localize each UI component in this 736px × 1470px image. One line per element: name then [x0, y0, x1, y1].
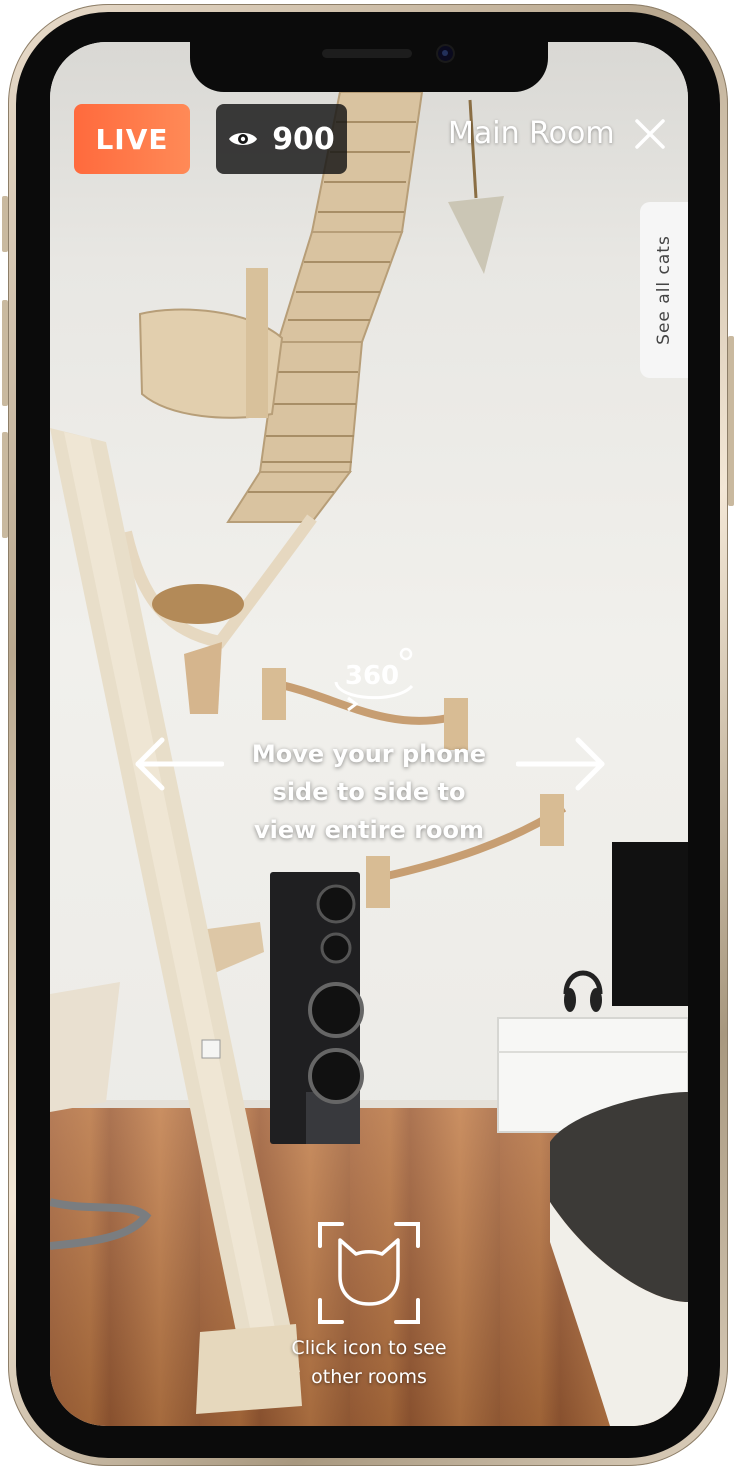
nest-basket	[152, 584, 244, 624]
camera-view[interactable]: LIVE 900 Main Room See all cats 360 Move…	[50, 42, 688, 1426]
phone-notch	[190, 42, 548, 92]
cat-face-icon	[338, 1238, 400, 1306]
room-caption-line2: other rooms	[311, 1366, 427, 1388]
view-instruction: Move your phone side to side to view ent…	[230, 735, 508, 849]
view-instruction-line3: view entire room	[253, 816, 485, 844]
live-label: LIVE	[95, 122, 169, 156]
room-caption-line1: Click icon to see	[291, 1337, 447, 1359]
room-switch-button[interactable]	[314, 1218, 424, 1328]
tree-branch	[120, 514, 317, 649]
360-rotate-icon: 360	[334, 647, 414, 712]
side-button	[2, 196, 8, 252]
view-instruction-line2: side to side to	[272, 778, 466, 806]
room-title: Main Room	[448, 116, 615, 151]
power-button	[728, 336, 734, 506]
front-camera-icon	[438, 46, 453, 61]
arrow-right-icon	[516, 737, 605, 791]
hanging-toy	[448, 196, 504, 274]
live-badge: LIVE	[74, 104, 190, 174]
360-label: 360	[345, 661, 399, 691]
see-all-cats-tab[interactable]: See all cats	[640, 202, 688, 378]
room-switch-caption: Click icon to see other rooms	[270, 1334, 468, 1392]
eye-icon	[229, 133, 258, 145]
close-button[interactable]	[632, 116, 668, 152]
arrow-left-icon	[135, 737, 224, 791]
tv	[612, 842, 688, 1006]
see-all-cats-label: See all cats	[654, 235, 675, 345]
close-icon	[635, 119, 665, 149]
chair	[50, 982, 120, 1112]
earpiece-speaker	[322, 49, 412, 58]
view-instruction-line1: Move your phone	[251, 740, 487, 768]
viewer-count-badge: 900	[216, 104, 347, 174]
volume-down-button	[2, 432, 8, 538]
viewer-count: 900	[272, 121, 335, 157]
volume-up-button	[2, 300, 8, 406]
speaker	[270, 872, 364, 1144]
